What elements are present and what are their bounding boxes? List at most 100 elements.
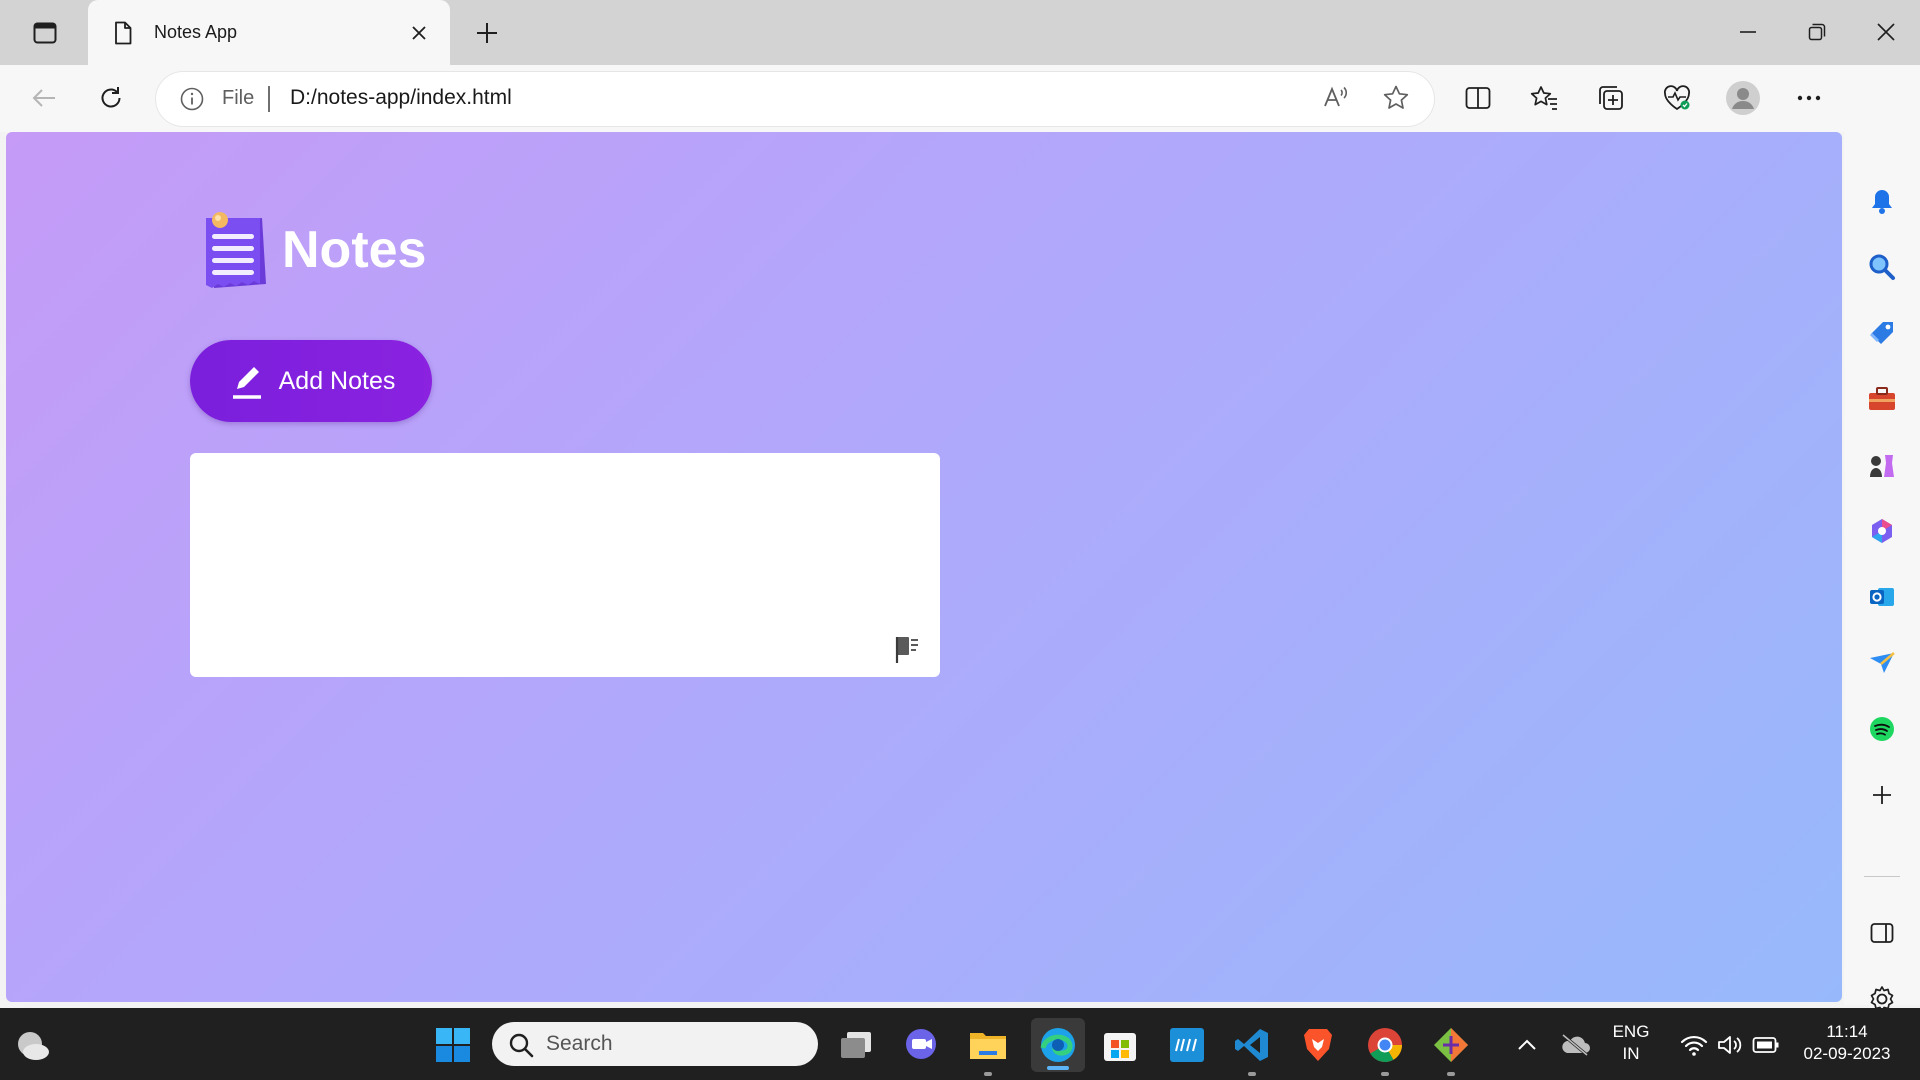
language-region: IN — [1622, 1044, 1640, 1063]
sidebar-send-button[interactable] — [1856, 637, 1908, 689]
search-icon — [508, 1032, 534, 1058]
tab-actions-button[interactable] — [20, 12, 70, 54]
edge-taskbar-button[interactable] — [1031, 1018, 1085, 1072]
teams-chat-button[interactable] — [899, 1022, 945, 1068]
split-screen-icon — [1465, 87, 1491, 109]
start-button[interactable] — [430, 1022, 476, 1068]
clock-date: 02-09-2023 — [1803, 1044, 1891, 1063]
app-title: Notes — [282, 221, 427, 279]
clock[interactable]: 11:14 02-09-2023 — [1786, 1022, 1908, 1064]
games-icon — [1870, 455, 1894, 477]
tab-actions-icon — [33, 22, 57, 44]
sidebar-games-button[interactable] — [1856, 439, 1908, 491]
myhp-button[interactable] — [1164, 1022, 1210, 1068]
delete-note-button[interactable] — [894, 635, 920, 665]
add-notes-label: Add Notes — [278, 366, 396, 395]
search-label: Search — [546, 1032, 613, 1055]
collections-icon — [1599, 86, 1623, 110]
browser-toolbar: File D:/notes-app/index.html — [0, 65, 1920, 132]
page-file-icon — [114, 21, 132, 45]
app-header: Notes — [198, 206, 426, 294]
restore-button[interactable] — [1789, 10, 1845, 54]
read-aloud-icon[interactable] — [1322, 84, 1350, 112]
running-indicator — [1447, 1072, 1455, 1076]
split-screen-button[interactable] — [1455, 75, 1501, 121]
microsoft-store-button[interactable] — [1097, 1022, 1143, 1068]
tab-strip: Notes App — [0, 0, 1920, 65]
back-arrow-icon — [32, 89, 55, 107]
url-text[interactable]: D:/notes-app/index.html — [290, 86, 512, 110]
notes-logo-icon — [198, 206, 278, 294]
sidebar-shopping-button[interactable] — [1856, 307, 1908, 359]
more-button[interactable] — [1786, 75, 1832, 121]
sidebar-spotify-button[interactable] — [1856, 703, 1908, 755]
refresh-icon — [101, 87, 121, 108]
chrome-button[interactable] — [1362, 1022, 1408, 1076]
brave-button[interactable] — [1295, 1022, 1341, 1068]
language-indicator[interactable]: ENG IN — [1606, 1022, 1656, 1064]
tab-notes-app[interactable]: Notes App — [88, 0, 450, 65]
show-hidden-icons-button[interactable] — [1504, 1022, 1550, 1068]
profile-button[interactable] — [1720, 75, 1766, 121]
windows-start-icon — [436, 1028, 470, 1062]
shopping-tag-icon — [1869, 322, 1893, 344]
running-indicator — [1248, 1072, 1256, 1076]
sidebar-microsoft365-button[interactable] — [1856, 505, 1908, 557]
sidebar-tools-button[interactable] — [1856, 373, 1908, 425]
sidebar-outlook-button[interactable] — [1856, 571, 1908, 623]
quick-settings-button[interactable] — [1664, 1022, 1796, 1068]
sidebar-toggle-icon — [1870, 923, 1894, 943]
vscode-button[interactable] — [1229, 1022, 1275, 1076]
weather-icon — [18, 1032, 49, 1060]
plus-icon — [477, 23, 497, 43]
profile-icon — [1726, 81, 1760, 115]
sidebar-divider — [1864, 876, 1900, 877]
info-icon[interactable] — [180, 87, 204, 111]
minimize-icon — [1740, 31, 1756, 33]
page-viewport: Notes Add Notes — [6, 132, 1842, 1002]
brave-icon — [1304, 1029, 1332, 1061]
address-divider — [268, 86, 270, 112]
address-bar[interactable]: File D:/notes-app/index.html — [156, 72, 1434, 126]
favorites-icon — [1530, 86, 1557, 110]
close-icon — [412, 25, 426, 40]
task-view-button[interactable] — [834, 1022, 880, 1068]
scheme-label: File — [222, 87, 255, 109]
collections-button[interactable] — [1588, 75, 1634, 121]
chevron-up-icon — [1518, 1039, 1536, 1050]
wifi-icon — [1680, 1035, 1708, 1056]
favorites-button[interactable] — [1521, 75, 1567, 121]
sidebar-notifications-button[interactable] — [1856, 175, 1908, 227]
browser-essentials-button[interactable] — [1654, 75, 1700, 121]
sidebar-toggle-button[interactable] — [1856, 907, 1908, 959]
edge-icon — [1040, 1028, 1075, 1062]
volume-icon — [1718, 1036, 1742, 1054]
running-indicator — [1381, 1072, 1389, 1076]
outlook-icon — [1870, 588, 1894, 606]
onedrive-button[interactable] — [1552, 1022, 1598, 1068]
send-icon — [1870, 652, 1895, 673]
add-notes-button[interactable]: Add Notes — [190, 340, 432, 422]
sidebar-add-button[interactable] — [1856, 769, 1908, 821]
git-gui-button[interactable] — [1428, 1022, 1474, 1076]
sidebar-search-button[interactable] — [1856, 241, 1908, 293]
cloud-off-icon — [1562, 1033, 1590, 1057]
running-indicator — [984, 1072, 992, 1076]
weather-widget[interactable] — [10, 1022, 56, 1068]
file-explorer-button[interactable] — [965, 1022, 1011, 1076]
language-code: ENG — [1612, 1022, 1650, 1041]
taskbar-search[interactable]: Search — [492, 1022, 818, 1066]
refresh-button[interactable] — [88, 75, 134, 121]
tools-icon — [1869, 387, 1895, 410]
chat-icon — [906, 1029, 936, 1059]
restore-icon — [1808, 23, 1826, 41]
new-tab-button[interactable] — [466, 12, 508, 54]
close-window-button[interactable] — [1858, 10, 1914, 54]
star-icon[interactable] — [1382, 84, 1410, 112]
minimize-button[interactable] — [1720, 10, 1776, 54]
edit-pencil-icon — [227, 361, 267, 401]
clock-time: 11:14 — [1826, 1022, 1868, 1041]
tab-close-button[interactable] — [402, 16, 436, 50]
note-textarea[interactable] — [190, 453, 940, 677]
back-button[interactable] — [21, 75, 67, 121]
